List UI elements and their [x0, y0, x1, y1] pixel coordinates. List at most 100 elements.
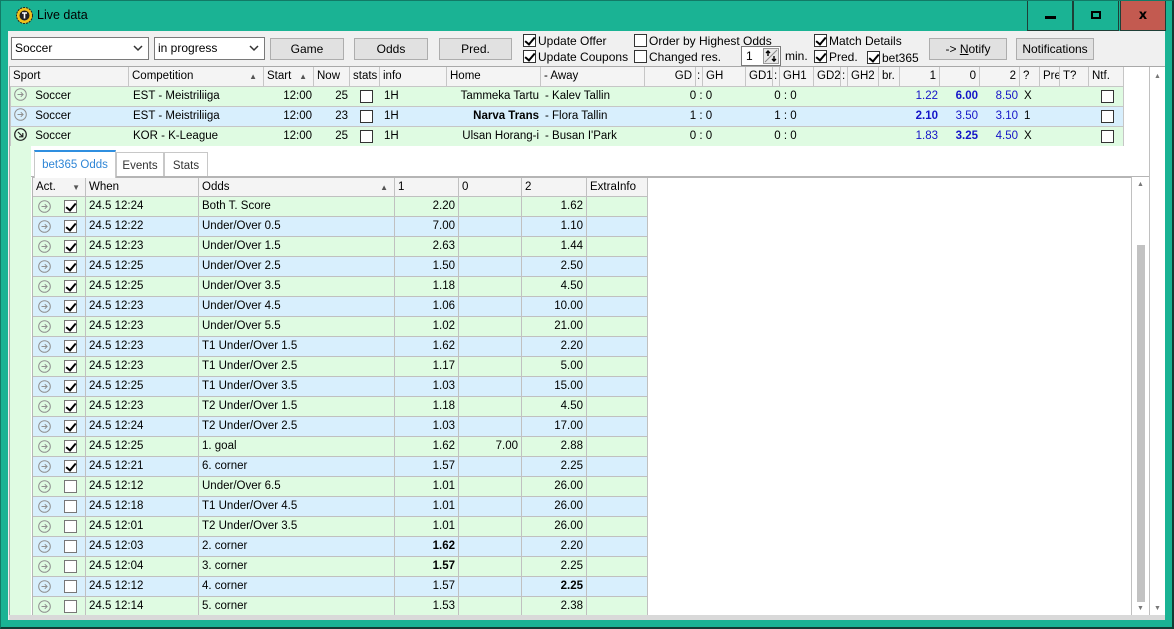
pred-checkbox[interactable]: Pred. [814, 49, 858, 64]
minimize-button[interactable] [1027, 0, 1073, 31]
odds-row[interactable]: 24.5 12:01 T2 Under/Over 3.5 1.01 26.00 [33, 517, 648, 537]
checkbox-box[interactable] [523, 34, 536, 47]
active-checkbox[interactable] [64, 240, 77, 253]
column-header-away[interactable]: - Away [541, 67, 645, 86]
column-header-ntf[interactable]: Ntf. [1089, 67, 1124, 86]
odds-2-cell[interactable]: 3.10 [981, 107, 1021, 126]
title-bar[interactable]: Live data x [0, 0, 1174, 31]
column-header-br[interactable]: br. [879, 67, 900, 86]
column-header-gdc[interactable]: : [696, 67, 703, 86]
active-checkbox[interactable] [64, 420, 77, 433]
column-header-competition[interactable]: Competition ▲ [129, 67, 264, 86]
odds-column-header-odds[interactable]: Odds ▲ [199, 178, 395, 196]
spin-up-down-icon[interactable] [763, 48, 779, 64]
odds-row[interactable]: 24.5 12:21 6. corner 1.57 2.25 [33, 457, 648, 477]
active-checkbox[interactable] [64, 320, 77, 333]
column-header-start[interactable]: Start ▲ [264, 67, 314, 86]
odds-2-cell[interactable]: 8.50 [981, 87, 1021, 106]
filter-dropdown-icon[interactable]: ▼ [72, 178, 80, 196]
odds-row[interactable]: 24.5 12:23 Under/Over 5.5 1.02 21.00 [33, 317, 648, 337]
checkbox-box[interactable] [634, 50, 647, 63]
active-checkbox[interactable] [64, 560, 77, 573]
odds-0-cell[interactable]: 6.00 [941, 87, 981, 106]
stats-checkbox[interactable] [359, 110, 373, 123]
matches-grid-scrollbar[interactable]: ▲ ▼ [1149, 67, 1165, 616]
odds-1-cell[interactable]: 1.83 [901, 127, 941, 146]
column-header-gd2c[interactable]: : [841, 67, 848, 86]
checkbox-box[interactable] [867, 51, 880, 64]
active-checkbox[interactable] [64, 440, 77, 453]
scrollbar-thumb[interactable] [1137, 245, 1145, 602]
match-row[interactable]: Soccer EST - Meistriliiga 12:00 23 1H Narva T… [10, 107, 1124, 127]
scroll-up-icon[interactable]: ▲ [1150, 72, 1165, 82]
column-header-o0[interactable]: 0 [940, 67, 980, 86]
odds-1-cell[interactable]: 1.22 [901, 87, 941, 106]
game-button[interactable]: Game [270, 38, 344, 60]
tab-bet365-odds[interactable]: bet365 Odds [34, 150, 116, 178]
notify-button[interactable]: -> Notify [929, 38, 1007, 60]
odds-column-header-when[interactable]: When [86, 178, 199, 196]
column-header-sport[interactable]: Sport [10, 67, 129, 86]
checkbox-box[interactable] [523, 50, 536, 63]
active-checkbox[interactable] [64, 600, 77, 613]
bet365-checkbox[interactable]: bet365 [867, 50, 919, 65]
odds-0-cell[interactable]: 3.25 [941, 127, 981, 146]
odds-row[interactable]: 24.5 12:12 Under/Over 6.5 1.01 26.00 [33, 477, 648, 497]
stats-checkbox[interactable] [359, 130, 373, 143]
active-checkbox[interactable] [64, 460, 77, 473]
scroll-down-icon[interactable]: ▼ [1132, 604, 1149, 614]
matches-grid[interactable]: Sport Competition ▲ Start ▲ Now stats info Home -… [9, 66, 1165, 620]
tab-events[interactable]: Events [116, 152, 164, 177]
odds-row[interactable]: 24.5 12:18 T1 Under/Over 4.5 1.01 26.00 [33, 497, 648, 517]
pred-button[interactable]: Pred. [439, 38, 512, 60]
column-header-home[interactable]: Home [447, 67, 541, 86]
close-button[interactable]: x [1120, 0, 1166, 31]
column-header-info[interactable]: info [380, 67, 447, 86]
column-header-t[interactable]: T? [1060, 67, 1089, 86]
odds-column-header-v1[interactable]: 1 [395, 178, 459, 196]
checkbox-box[interactable] [814, 34, 827, 47]
update-offer-checkbox[interactable]: Update Offer [523, 33, 606, 48]
odds-row[interactable]: 24.5 12:25 1. goal 1.62 7.00 2.88 [33, 437, 648, 457]
active-checkbox[interactable] [64, 400, 77, 413]
checkbox-box[interactable] [634, 34, 647, 47]
active-checkbox[interactable] [64, 340, 77, 353]
odds-row[interactable]: 24.5 12:23 T2 Under/Over 1.5 1.18 4.50 [33, 397, 648, 417]
column-header-gd[interactable]: GD [645, 67, 696, 86]
odds-column-header-act[interactable]: Act. ▼ [33, 178, 86, 196]
interval-spinner[interactable]: 1 [741, 46, 781, 66]
sport-select[interactable]: Soccer [11, 37, 149, 60]
odds-1-cell[interactable]: 2.10 [901, 107, 941, 126]
odds-row[interactable]: 24.5 12:23 T1 Under/Over 2.5 1.17 5.00 [33, 357, 648, 377]
column-header-gh2[interactable]: GH2 [848, 67, 879, 86]
odds-row[interactable]: 24.5 12:14 5. corner 1.53 2.38 [33, 597, 648, 617]
active-checkbox[interactable] [64, 360, 77, 373]
odds-grid[interactable]: Act. ▼ When Odds ▲ 1 0 2 ExtraInfo 24.5 12:24 Bot… [32, 177, 1131, 617]
column-header-pred[interactable]: Pred [1040, 67, 1060, 86]
column-header-gd2[interactable]: GD2 [814, 67, 841, 86]
odds-column-header-v2[interactable]: 2 [522, 178, 587, 196]
active-checkbox[interactable] [64, 480, 77, 493]
scroll-down-icon[interactable]: ▼ [1150, 604, 1165, 614]
update-coupons-checkbox[interactable]: Update Coupons [523, 49, 628, 64]
odds-row[interactable]: 24.5 12:23 Under/Over 4.5 1.06 10.00 [33, 297, 648, 317]
odds-row[interactable]: 24.5 12:24 T2 Under/Over 2.5 1.03 17.00 [33, 417, 648, 437]
odds-row[interactable]: 24.5 12:12 4. corner 1.57 2.25 [33, 577, 648, 597]
column-header-gd1c[interactable]: : [773, 67, 780, 86]
odds-row[interactable]: 24.5 12:25 Under/Over 2.5 1.50 2.50 [33, 257, 648, 277]
column-header-q[interactable]: ? [1020, 67, 1040, 86]
column-header-gh[interactable]: GH [703, 67, 746, 86]
active-checkbox[interactable] [64, 300, 77, 313]
active-checkbox[interactable] [64, 200, 77, 213]
active-checkbox[interactable] [64, 540, 77, 553]
maximize-button[interactable] [1073, 0, 1119, 31]
odds-0-cell[interactable]: 3.50 [941, 107, 981, 126]
odds-grid-scrollbar[interactable]: ▲ ▼ [1131, 177, 1149, 616]
match-row[interactable]: Soccer EST - Meistriliiga 12:00 25 1H Tammeka… [10, 87, 1124, 107]
checkbox-box[interactable] [814, 50, 827, 63]
changed-res-checkbox[interactable]: Changed res. [634, 49, 721, 64]
odds-row[interactable]: 24.5 12:04 3. corner 1.57 2.25 [33, 557, 648, 577]
active-checkbox[interactable] [64, 580, 77, 593]
scroll-up-icon[interactable]: ▲ [1132, 180, 1149, 190]
odds-row[interactable]: 24.5 12:25 T1 Under/Over 3.5 1.03 15.00 [33, 377, 648, 397]
